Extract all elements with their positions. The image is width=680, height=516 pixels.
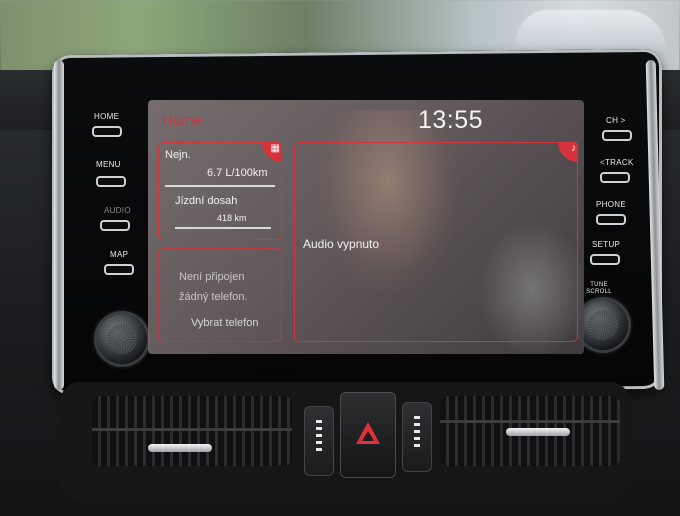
fuel-divider: [165, 185, 275, 187]
clock: 13:55: [418, 106, 484, 134]
range-divider: [175, 227, 271, 229]
heat-level-icon: [316, 420, 322, 454]
phone-status-line2: žádný telefon.: [179, 291, 248, 303]
vent-right-adjuster[interactable]: [506, 428, 570, 436]
select-phone-link[interactable]: Vybrat telefon: [191, 317, 258, 329]
home-key-label: HOME: [94, 112, 120, 121]
range-value: 418 km: [217, 213, 247, 223]
track-button[interactable]: [600, 172, 630, 183]
tune-scroll-label: TUNE SCROLL: [586, 282, 612, 295]
audio-key-label: AUDIO: [104, 206, 131, 215]
phone-tile[interactable]: Není připojen žádný telefon. Vybrat tele…: [158, 248, 282, 342]
audio-status: Audio vypnuto: [303, 237, 380, 251]
menu-button[interactable]: [96, 176, 126, 187]
setup-key-label: SETUP: [592, 240, 621, 249]
fuel-tile[interactable]: ▦ Nejn. 6.7 L/100km Jízdní dosah 418 km: [158, 142, 282, 240]
audio-tile[interactable]: ♪ Audio vypnuto: [294, 142, 578, 342]
vent-left-adjuster[interactable]: [148, 444, 212, 452]
phone-status-line1: Není připojen: [179, 271, 245, 283]
touchscreen[interactable]: Home 13:55 ▦ Nejn. 6.7 L/100km Jízdní do…: [148, 100, 584, 354]
fuel-tile-tag: ▦: [262, 142, 282, 162]
audio-tile-tag: ♪: [558, 142, 578, 162]
power-volume-knob[interactable]: [97, 314, 147, 364]
fuel-consumption-value: 6.7 L/100km: [207, 167, 268, 179]
screen-title: Home: [162, 112, 203, 129]
fuel-gauge-icon: ▦: [270, 143, 280, 154]
seat-heater-left-switch[interactable]: [304, 406, 334, 476]
heat-level-icon: [414, 416, 420, 450]
setup-button[interactable]: [590, 254, 620, 265]
audio-button[interactable]: [100, 220, 130, 231]
music-note-icon: ♪: [571, 143, 576, 154]
range-label: Jízdní dosah: [175, 195, 238, 207]
phone-key-label: PHONE: [596, 200, 626, 209]
vent-left[interactable]: [92, 396, 292, 466]
phone-button[interactable]: [596, 214, 626, 225]
channel-button[interactable]: [602, 130, 632, 141]
tune-scroll-knob[interactable]: [578, 300, 628, 350]
chrome-trim-left: [54, 60, 64, 390]
map-key-label: MAP: [110, 250, 129, 259]
fuel-average-label: Nejn.: [165, 149, 191, 161]
map-button[interactable]: [104, 264, 134, 275]
hazard-button[interactable]: [340, 392, 396, 478]
menu-key-label: MENU: [96, 160, 121, 169]
home-button[interactable]: [92, 126, 122, 137]
vent-right-louver: [440, 420, 620, 423]
seat-heater-right-switch[interactable]: [402, 402, 432, 472]
track-key-label: <TRACK: [600, 158, 634, 167]
channel-key-label: CH >: [606, 116, 626, 125]
hazard-icon: [356, 422, 380, 444]
vent-left-louver: [92, 428, 292, 431]
